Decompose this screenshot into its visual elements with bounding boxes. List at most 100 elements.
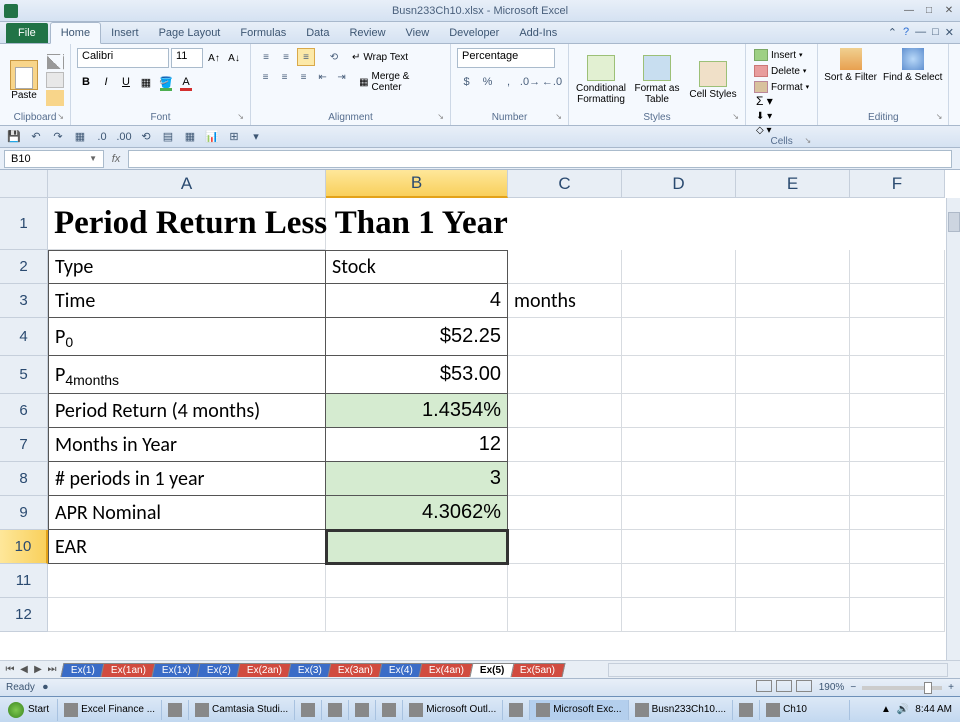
cell-F5[interactable] <box>850 356 945 394</box>
help-icon[interactable]: ? <box>903 26 909 39</box>
row-header-4[interactable]: 4 <box>0 318 48 356</box>
cell-D5[interactable] <box>622 356 736 394</box>
row-header-5[interactable]: 5 <box>0 356 48 394</box>
window-restore-icon[interactable]: □ <box>932 26 939 39</box>
wrap-text-button[interactable]: ↵Wrap Text <box>345 48 415 66</box>
sheet-nav-last[interactable]: ⏭ <box>46 664 58 675</box>
column-header-D[interactable]: D <box>622 170 736 198</box>
cell-A4[interactable]: P0 <box>48 318 326 356</box>
tab-add-ins[interactable]: Add-Ins <box>509 23 567 43</box>
cell-D4[interactable] <box>622 318 736 356</box>
sheet-nav-next[interactable]: ▶ <box>32 664 44 675</box>
cell-B9[interactable]: 4.3062% <box>326 496 508 530</box>
cell-B4[interactable]: $52.25 <box>326 318 508 356</box>
row-header-8[interactable]: 8 <box>0 462 48 496</box>
cell-B8[interactable]: 3 <box>326 462 508 496</box>
comma-button[interactable]: , <box>499 72 518 92</box>
cell-D10[interactable] <box>622 530 736 564</box>
cell-C10[interactable] <box>508 530 622 564</box>
sheet-tab-Ex(3an)[interactable]: Ex(3an) <box>327 663 383 677</box>
spreadsheet-grid[interactable]: ABCDEF 123456789101112 Period Return Les… <box>0 170 960 660</box>
sheet-tab-Ex(4an)[interactable]: Ex(4an) <box>418 663 474 677</box>
column-header-B[interactable]: B <box>326 170 508 198</box>
copy-button[interactable] <box>46 72 64 88</box>
cell-B11[interactable] <box>326 564 508 598</box>
clock[interactable]: 8:44 AM <box>915 704 952 715</box>
bold-button[interactable]: B <box>77 72 95 92</box>
cell-D11[interactable] <box>622 564 736 598</box>
cell-F10[interactable] <box>850 530 945 564</box>
cell-A6[interactable]: Period Return (4 months) <box>48 394 326 428</box>
cell-B10[interactable] <box>326 530 508 564</box>
sheet-tab-Ex(3)[interactable]: Ex(3) <box>287 663 332 677</box>
format-painter-button[interactable] <box>46 90 64 106</box>
sheet-tab-Ex(1an)[interactable]: Ex(1an) <box>100 663 156 677</box>
font-color-button[interactable]: A <box>177 72 195 92</box>
cell-F9[interactable] <box>850 496 945 530</box>
percent-button[interactable]: % <box>478 72 497 92</box>
sheet-tab-Ex(5)[interactable]: Ex(5) <box>469 663 514 677</box>
cell-E9[interactable] <box>736 496 850 530</box>
format-cells-button[interactable]: Format▾ <box>752 80 811 94</box>
close-button[interactable]: ✕ <box>942 5 956 17</box>
cell-D2[interactable] <box>622 250 736 284</box>
row-header-10[interactable]: 10 <box>0 530 48 564</box>
cell-E6[interactable] <box>736 394 850 428</box>
cell-D7[interactable] <box>622 428 736 462</box>
cell-E5[interactable] <box>736 356 850 394</box>
window-minimize-icon[interactable]: — <box>915 26 926 39</box>
autosum-button[interactable]: Σ ▾ <box>756 94 811 108</box>
redo-button[interactable]: ↷ <box>50 129 66 145</box>
taskbar-item-12[interactable]: Ch10 <box>760 700 850 720</box>
cell-E11[interactable] <box>736 564 850 598</box>
tab-data[interactable]: Data <box>296 23 339 43</box>
cell-A10[interactable]: EAR <box>48 530 326 564</box>
save-button[interactable]: 💾 <box>6 129 22 145</box>
row-header-9[interactable]: 9 <box>0 496 48 530</box>
insert-cells-button[interactable]: Insert▾ <box>752 48 811 62</box>
sort-filter-button[interactable]: Sort & Filter <box>824 48 877 83</box>
cell-A7[interactable]: Months in Year <box>48 428 326 462</box>
qat-btn-6[interactable]: ⟲ <box>138 129 154 145</box>
taskbar-item-5[interactable] <box>349 700 376 720</box>
clear-button[interactable]: ◇ ▾ <box>756 125 811 136</box>
cell-E12[interactable] <box>736 598 850 632</box>
sheet-nav-first[interactable]: ⏮ <box>4 664 16 675</box>
cell-F2[interactable] <box>850 250 945 284</box>
maximize-button[interactable]: □ <box>922 5 936 17</box>
underline-button[interactable]: U <box>117 72 135 92</box>
conditional-formatting-button[interactable]: Conditional Formatting <box>575 55 627 105</box>
format-as-table-button[interactable]: Format as Table <box>631 55 683 105</box>
cell-B3[interactable]: 4 <box>326 284 508 318</box>
tab-developer[interactable]: Developer <box>439 23 509 43</box>
taskbar-item-1[interactable] <box>162 700 189 720</box>
align-center-button[interactable]: ≡ <box>276 68 293 86</box>
cell-E8[interactable] <box>736 462 850 496</box>
cell-C6[interactable] <box>508 394 622 428</box>
increase-font-button[interactable]: A↑ <box>205 48 223 68</box>
delete-cells-button[interactable]: Delete▾ <box>752 64 811 78</box>
font-size-dropdown[interactable]: 11 <box>171 48 203 68</box>
cell-D12[interactable] <box>622 598 736 632</box>
paste-button[interactable]: Paste <box>6 60 42 101</box>
align-right-button[interactable]: ≡ <box>295 68 312 86</box>
scroll-thumb[interactable] <box>948 212 960 232</box>
increase-decimal-button[interactable]: .0→ <box>520 72 540 92</box>
cell-E3[interactable] <box>736 284 850 318</box>
row-header-1[interactable]: 1 <box>0 198 48 250</box>
number-format-dropdown[interactable]: Percentage <box>457 48 555 68</box>
sheet-tab-Ex(5an)[interactable]: Ex(5an) <box>510 663 566 677</box>
macro-record-icon[interactable]: ⏺ <box>43 682 48 693</box>
cell-B2[interactable]: Stock <box>326 250 508 284</box>
taskbar-item-2[interactable]: Camtasia Studi... <box>189 700 295 720</box>
page-break-view-button[interactable] <box>796 680 812 692</box>
row-header-11[interactable]: 11 <box>0 564 48 598</box>
start-button[interactable]: Start <box>0 699 58 721</box>
tab-view[interactable]: View <box>396 23 440 43</box>
cell-F3[interactable] <box>850 284 945 318</box>
formula-input[interactable] <box>128 150 952 168</box>
taskbar-item-3[interactable] <box>295 700 322 720</box>
select-all-corner[interactable] <box>0 170 48 198</box>
taskbar-item-4[interactable] <box>322 700 349 720</box>
zoom-level[interactable]: 190% <box>819 682 845 693</box>
